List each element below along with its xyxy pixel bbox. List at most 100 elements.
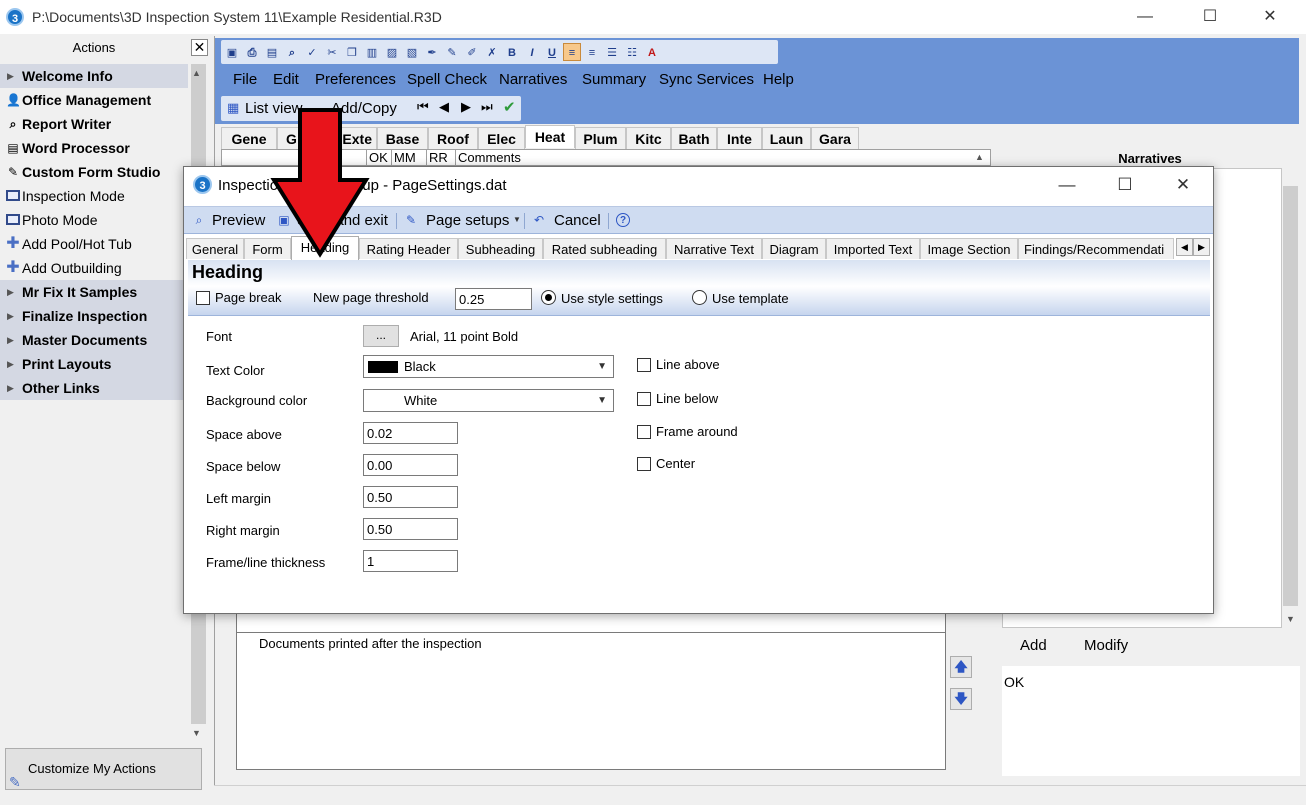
grid-header-comments[interactable]: Comments <box>455 150 975 166</box>
pen-delete-icon[interactable]: ✗ <box>483 44 501 62</box>
background-color-select[interactable]: White ▼ <box>363 389 614 412</box>
sidebar-item-master-documents[interactable]: ▶ Master Documents <box>0 328 188 352</box>
print-preview-icon[interactable]: ▤ <box>263 44 281 62</box>
section-tab-gene[interactable]: Gene <box>221 127 277 149</box>
menu-help[interactable]: Help <box>763 71 794 88</box>
threshold-input[interactable] <box>455 288 532 310</box>
font-picker-button[interactable]: ... <box>363 325 399 347</box>
menu-narratives[interactable]: Narratives <box>499 71 567 88</box>
tab-general[interactable]: General <box>186 238 244 259</box>
find-icon[interactable]: ⌕ <box>283 44 301 62</box>
next-record-icon[interactable]: ▶ <box>461 99 471 115</box>
frame-around-checkbox[interactable] <box>637 425 651 439</box>
expand-arrow-icon[interactable]: ▶ <box>7 304 14 328</box>
last-record-icon[interactable]: ⏭ <box>481 99 493 115</box>
sidebar-item-finalize-inspection[interactable]: ▶ Finalize Inspection <box>0 304 188 328</box>
sidebar-item-mr-fix-it-samples[interactable]: ▶ Mr Fix It Samples <box>0 280 188 304</box>
sidebar-item-other-links[interactable]: ▶ Other Links <box>0 376 188 400</box>
grid-header-mm[interactable]: MM <box>391 150 421 166</box>
pen-icon[interactable]: ✒ <box>423 44 441 62</box>
dropdown-arrow-icon[interactable]: ▼ <box>510 213 524 227</box>
tab-imported-text[interactable]: Imported Text <box>826 238 920 259</box>
save-icon[interactable]: ▣ <box>223 44 241 62</box>
close-button[interactable]: ✕ <box>1247 0 1293 34</box>
tab-image-section[interactable]: Image Section <box>920 238 1018 259</box>
tab-subheading[interactable]: Subheading <box>458 238 543 259</box>
dialog-maximize-button[interactable]: ☐ <box>1096 167 1154 203</box>
page-setups-dropdown[interactable]: Page setups <box>426 212 509 229</box>
space-below-input[interactable] <box>363 454 458 476</box>
page-break-checkbox[interactable] <box>196 291 210 305</box>
sidebar-item-add-outbuilding[interactable]: ✚ Add Outbuilding <box>0 256 188 280</box>
maximize-button[interactable]: ☐ <box>1187 0 1233 34</box>
customize-my-actions-button[interactable]: ✎ Customize My Actions <box>5 748 202 790</box>
narratives-scrollbar-thumb[interactable] <box>1283 186 1298 606</box>
space-above-input[interactable] <box>363 422 458 444</box>
section-tab-bath[interactable]: Bath <box>671 127 717 149</box>
move-up-button[interactable]: 🡅 <box>950 656 972 678</box>
previous-record-icon[interactable]: ◀ <box>439 99 449 115</box>
cancel-button[interactable]: Cancel <box>554 212 601 229</box>
section-tab-laun[interactable]: Laun <box>762 127 811 149</box>
dialog-close-button[interactable]: ✕ <box>1154 167 1212 203</box>
section-tab-gara[interactable]: Gara <box>811 127 859 149</box>
font-color-icon[interactable]: A <box>643 44 661 62</box>
spellcheck-icon[interactable]: ✓ <box>303 44 321 62</box>
expand-arrow-icon[interactable]: ▶ <box>7 328 14 352</box>
section-tab-base[interactable]: Base <box>377 127 428 149</box>
narrative-text-area[interactable] <box>1002 666 1300 776</box>
move-down-button[interactable]: 🡇 <box>950 688 972 710</box>
section-tab-kitc[interactable]: Kitc <box>626 127 671 149</box>
paste-icon[interactable]: ▥ <box>363 44 381 62</box>
narrative-modify-button[interactable]: Modify <box>1084 637 1128 654</box>
documents-box[interactable] <box>236 632 946 770</box>
bold-icon[interactable]: B <box>503 44 521 62</box>
pen-edit-icon[interactable]: ✐ <box>463 44 481 62</box>
expand-arrow-icon[interactable]: ▶ <box>7 280 14 304</box>
expand-arrow-icon[interactable]: ▶ <box>7 352 14 376</box>
sidebar-item-custom-form-studio[interactable]: ✎ Custom Form Studio <box>0 160 188 184</box>
sidebar-item-report-writer[interactable]: ⌕ Report Writer <box>0 112 188 136</box>
minimize-button[interactable]: — <box>1122 0 1168 34</box>
tab-rated-subheading[interactable]: Rated subheading <box>543 238 666 259</box>
expand-arrow-icon[interactable]: ▶ <box>7 376 14 400</box>
sidebar-item-word-processor[interactable]: ▤ Word Processor <box>0 136 188 160</box>
cut-icon[interactable]: ✂ <box>323 44 341 62</box>
tab-rating-header[interactable]: Rating Header <box>359 238 458 259</box>
section-tab-inte[interactable]: Inte <box>717 127 762 149</box>
sidebar-item-office-management[interactable]: 👤 Office Management <box>0 88 188 112</box>
use-template-radio[interactable] <box>692 290 707 305</box>
section-tab-elec[interactable]: Elec <box>478 127 525 149</box>
tab-diagram[interactable]: Diagram <box>762 238 826 259</box>
dialog-minimize-button[interactable]: — <box>1038 167 1096 203</box>
menu-sync-services[interactable]: Sync Services <box>659 71 754 88</box>
pen-add-icon[interactable]: ✎ <box>443 44 461 62</box>
scroll-down-icon[interactable]: ▼ <box>192 728 201 738</box>
italic-icon[interactable]: I <box>523 44 541 62</box>
expand-arrow-icon[interactable]: ▶ <box>7 64 14 88</box>
align-left-icon[interactable]: ≡ <box>563 43 581 61</box>
confirm-check-icon[interactable]: ✔ <box>503 98 516 116</box>
tab-narrative-text[interactable]: Narrative Text <box>666 238 762 259</box>
section-tab-plum[interactable]: Plum <box>575 127 626 149</box>
print-icon[interactable]: ⎙ <box>243 44 261 62</box>
tab-findings-recommendations[interactable]: Findings/Recommendati <box>1018 238 1174 259</box>
first-record-icon[interactable]: ⏮ <box>417 99 429 115</box>
underline-icon[interactable]: U <box>543 44 561 62</box>
line-below-checkbox[interactable] <box>637 392 651 406</box>
menu-file[interactable]: File <box>233 71 257 88</box>
insert-icon[interactable]: ▧ <box>403 44 421 62</box>
copy-icon[interactable]: ❐ <box>343 44 361 62</box>
sidebar-item-add-pool-hot-tub[interactable]: ✚ Add Pool/Hot Tub <box>0 232 188 256</box>
left-margin-input[interactable] <box>363 486 458 508</box>
menu-summary[interactable]: Summary <box>582 71 646 88</box>
frame-thickness-input[interactable] <box>363 550 458 572</box>
grid-scroll-up-icon[interactable]: ▲ <box>975 152 984 162</box>
scroll-up-icon[interactable]: ▲ <box>192 68 201 78</box>
image-icon[interactable]: ▨ <box>383 44 401 62</box>
grid-header-rr[interactable]: RR <box>426 150 454 166</box>
numbered-list-icon[interactable]: ☷ <box>623 44 641 62</box>
align-center-icon[interactable]: ≡ <box>583 44 601 62</box>
tabs-scroll-right-icon[interactable]: ▶ <box>1193 238 1210 256</box>
use-style-settings-radio[interactable] <box>541 290 556 305</box>
